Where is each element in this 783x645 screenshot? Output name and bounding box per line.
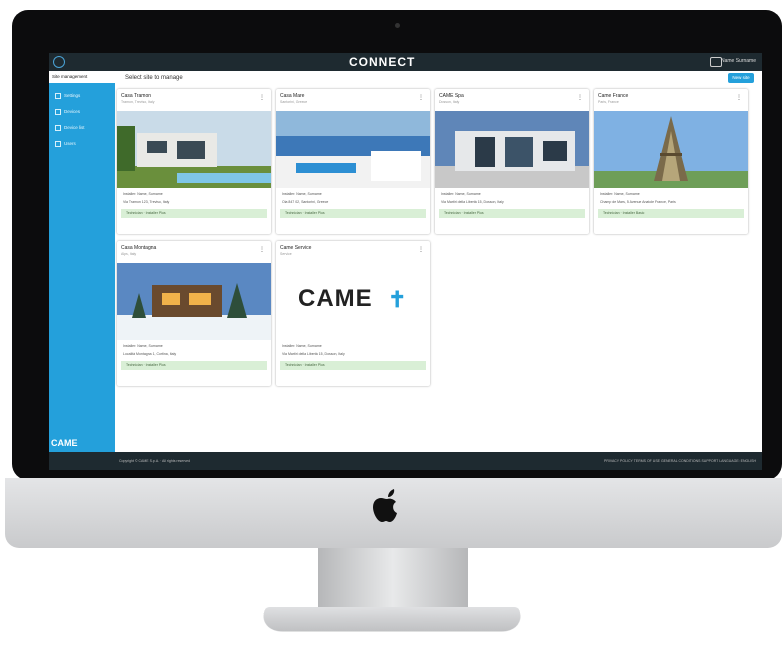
card-installer: Installer: Name, Surname (282, 192, 322, 196)
sidebar-item-users[interactable]: Users (55, 141, 113, 147)
site-card[interactable]: Casa Mare Santorini, Greece ⋮ Installer:… (276, 89, 430, 234)
card-title: Came France (598, 93, 629, 99)
footer-links[interactable]: PRIVACY POLICY TERMS OF USE GENERAL COND… (604, 459, 756, 463)
sidebar-item-devices[interactable]: Devices (55, 109, 113, 115)
card-subtitle: Santorini, Greece (280, 100, 308, 104)
card-subtitle: Dosson, Italy (439, 100, 460, 104)
card-subtitle: Alps, Italy (121, 252, 137, 256)
card-subtitle: Tramon, Treviso, Italy (121, 100, 155, 104)
sidebar-item-device-list[interactable]: Device list (55, 125, 113, 131)
more-icon[interactable]: ⋮ (259, 246, 265, 253)
card-address: Oia 847 02, Santorini, Greece (282, 200, 329, 204)
card-title: Casa Mare (280, 93, 305, 99)
monitor-stand (318, 548, 468, 610)
site-card[interactable]: Casa Montagna Alps, Italy ⋮ Installer: N… (117, 241, 271, 386)
card-address: Via Martiri della Libertà 15, Dosson, It… (441, 200, 504, 204)
card-title: Casa Tramon (121, 93, 152, 99)
site-image (276, 111, 430, 188)
site-image (594, 111, 748, 188)
card-badge: Technician · Installer Basic (598, 209, 744, 218)
users-icon (55, 141, 61, 147)
card-badge: Technician · Installer Plus (439, 209, 585, 218)
came-logo-mark: ✝ (388, 287, 407, 312)
card-installer: Installer: Name, Surname (282, 344, 322, 348)
came-logo-text: CAME (298, 285, 373, 312)
card-title: Came Service (280, 245, 312, 251)
card-installer: Installer: Name, Surname (441, 192, 481, 196)
screen: CONNECT Name Surname Site management Set… (49, 53, 762, 470)
card-badge: Technician · Installer Plus (280, 209, 426, 218)
more-icon[interactable]: ⋮ (418, 94, 424, 101)
camera-icon (395, 23, 400, 28)
top-bar: CONNECT Name Surname (49, 53, 762, 71)
more-icon[interactable]: ⋮ (736, 94, 742, 101)
site-image (117, 263, 271, 340)
more-icon[interactable]: ⋮ (418, 246, 424, 253)
site-card[interactable]: Came France Paris, France ⋮ Installer: N… (594, 89, 748, 234)
site-card[interactable]: Casa Tramon Tramon, Treviso, Italy ⋮ Ins… (117, 89, 271, 234)
sidebar-header[interactable]: Site management (49, 71, 115, 83)
user-name[interactable]: Name Surname (721, 58, 756, 64)
footer-copyright: Copyright © CAME S.p.A. · All rights res… (119, 459, 191, 463)
card-installer: Installer: Name, Surname (123, 192, 163, 196)
card-address: Via Tramon 123, Treviso, Italy (123, 200, 170, 204)
site-card[interactable]: Came Service Service ⋮ CAME ✝ Installer:… (276, 241, 430, 386)
card-address: Via Martiri della Libertà 15, Dosson, It… (282, 352, 345, 356)
home-icon[interactable] (53, 56, 65, 68)
card-badge: Technician · Installer Plus (121, 361, 267, 370)
app-logo: CONNECT (349, 55, 416, 69)
devices-icon (55, 109, 61, 115)
card-title: CAME Spa (439, 93, 464, 99)
sidebar-item-settings[interactable]: Settings (55, 93, 113, 99)
card-subtitle: Service (280, 252, 292, 256)
footer: Copyright © CAME S.p.A. · All rights res… (49, 452, 762, 470)
card-badge: Technician · Installer Plus (121, 209, 267, 218)
monitor-base (258, 607, 526, 632)
card-title: Casa Montagna (121, 245, 157, 251)
card-installer: Installer: Name, Surname (600, 192, 640, 196)
list-icon (55, 125, 61, 131)
site-image (117, 111, 271, 188)
card-address: Località Montagna 1, Cortina, Italy (123, 352, 177, 356)
new-site-button[interactable]: New site (728, 73, 754, 83)
card-badge: Technician · Installer Plus (280, 361, 426, 370)
settings-icon (55, 93, 61, 99)
apple-logo-icon (373, 489, 397, 522)
more-icon[interactable]: ⋮ (577, 94, 583, 101)
came-logo: CAME ✝ (276, 263, 430, 340)
sidebar-brand-logo: CAME (51, 438, 78, 448)
more-icon[interactable]: ⋮ (259, 94, 265, 101)
card-subtitle: Paris, France (598, 100, 619, 104)
page-title: Select site to manage (125, 75, 183, 81)
site-image (435, 111, 589, 188)
site-card[interactable]: CAME Spa Dosson, Italy ⋮ Installer: Name… (435, 89, 589, 234)
card-installer: Installer: Name, Surname (123, 344, 163, 348)
card-address: Champ de Mars, 5 Avenue Anatole France, … (600, 200, 676, 204)
sidebar: Site management Settings Devices Device … (49, 71, 115, 452)
